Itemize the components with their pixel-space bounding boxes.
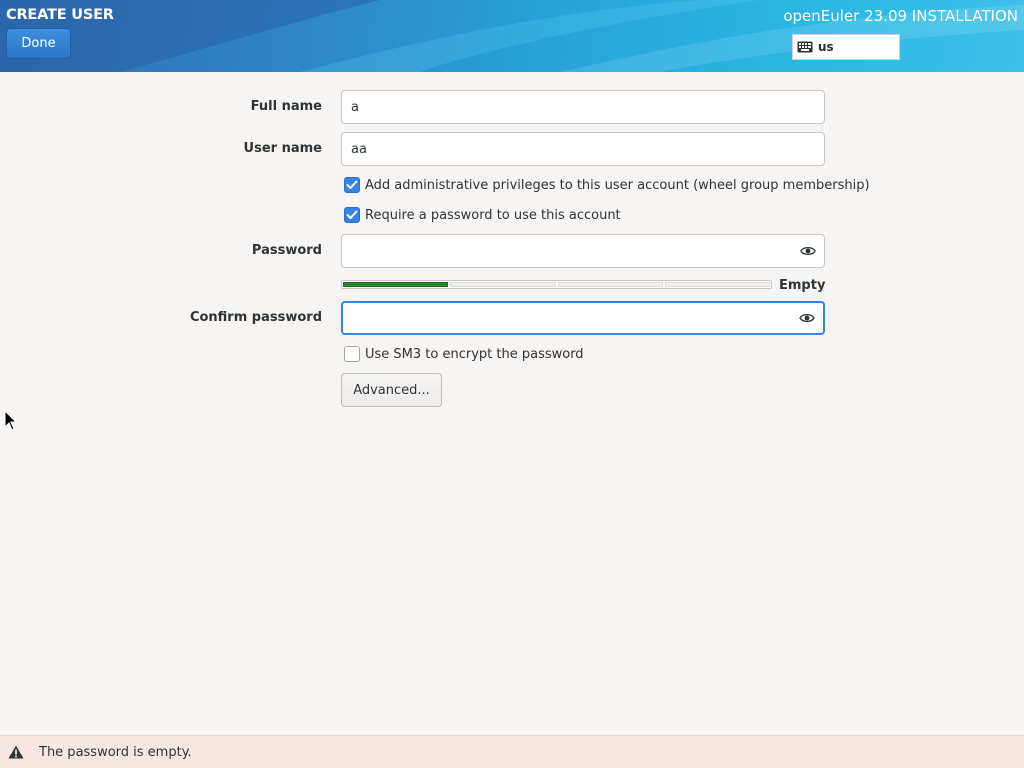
product-title: openEuler 23.09 INSTALLATION — [783, 7, 1018, 25]
warning-icon — [8, 745, 24, 759]
password-strength-label: Empty — [779, 278, 826, 293]
strength-segment — [450, 282, 556, 287]
eye-icon[interactable] — [800, 245, 816, 257]
keyboard-icon — [797, 41, 813, 53]
check-icon — [346, 210, 358, 219]
header-bar: CREATE USER Done openEuler 23.09 INSTALL… — [0, 0, 1024, 72]
sm3-encrypt-label: Use SM3 to encrypt the password — [365, 346, 584, 362]
status-message: The password is empty. — [39, 744, 192, 760]
eye-icon[interactable] — [799, 312, 815, 324]
full-name-field[interactable]: a — [341, 90, 825, 124]
full-name-value: a — [351, 99, 359, 115]
password-label: Password — [251, 243, 322, 258]
require-password-checkbox[interactable] — [344, 207, 360, 223]
confirm-password-label: Confirm password — [189, 310, 322, 325]
user-name-label: User name — [243, 141, 322, 156]
screen-title: CREATE USER — [6, 7, 114, 23]
mouse-pointer-icon — [4, 410, 18, 431]
admin-privileges-checkbox[interactable] — [344, 177, 360, 193]
done-button[interactable]: Done — [6, 28, 71, 59]
admin-privileges-option[interactable]: Add administrative privileges to this us… — [344, 177, 870, 193]
advanced-button[interactable]: Advanced... — [341, 373, 442, 407]
check-icon — [346, 180, 358, 189]
strength-segment — [557, 282, 663, 287]
require-password-label: Require a password to use this account — [365, 207, 621, 223]
keyboard-layout-indicator[interactable]: us — [792, 34, 900, 60]
strength-segment — [664, 282, 770, 287]
admin-privileges-label: Add administrative privileges to this us… — [365, 177, 870, 193]
status-bar: The password is empty. — [0, 735, 1024, 768]
keyboard-layout-label: us — [818, 40, 834, 54]
password-field[interactable] — [341, 234, 825, 268]
user-name-field[interactable]: aa — [341, 132, 825, 166]
sm3-encrypt-option[interactable]: Use SM3 to encrypt the password — [344, 346, 584, 362]
confirm-password-field[interactable] — [341, 301, 825, 335]
full-name-label: Full name — [250, 99, 322, 114]
sm3-encrypt-checkbox[interactable] — [344, 346, 360, 362]
require-password-option[interactable]: Require a password to use this account — [344, 207, 621, 223]
password-strength-bar — [341, 280, 772, 289]
strength-segment — [343, 282, 449, 287]
user-name-value: aa — [351, 141, 367, 157]
